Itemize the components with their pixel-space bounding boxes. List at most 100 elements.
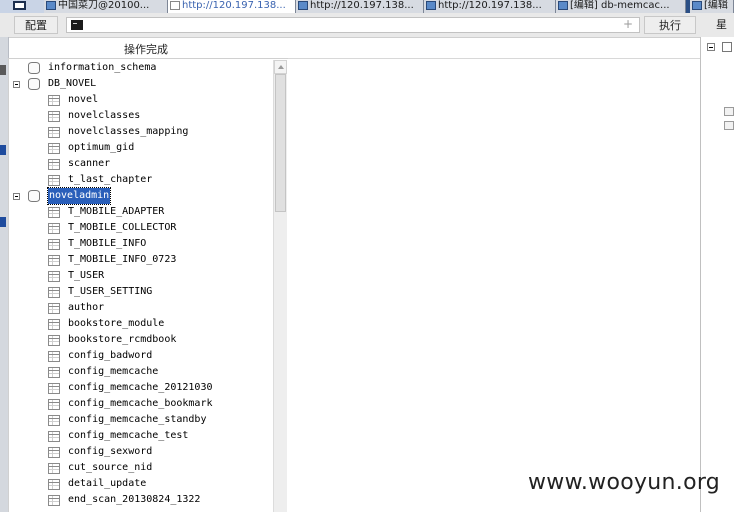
tree-table-row[interactable]: end_scan_20130824_1322 bbox=[9, 492, 273, 508]
table-name[interactable]: cut_source_nid bbox=[68, 460, 152, 476]
tree-table-row[interactable]: config_memcache_20121030 bbox=[9, 380, 273, 396]
tree-table-row[interactable]: novelclasses_mapping bbox=[9, 124, 273, 140]
star-button[interactable]: 星 bbox=[716, 16, 734, 34]
tree-table-row[interactable]: config_memcache_standby bbox=[9, 412, 273, 428]
tree-table-row[interactable]: T_USER bbox=[9, 268, 273, 284]
taskbar-item-editor-1[interactable]: [编辑] db-memcac... bbox=[556, 0, 686, 13]
table-icon bbox=[48, 447, 60, 458]
tree-database-row[interactable]: information_schema bbox=[9, 60, 273, 76]
scroll-up-button[interactable] bbox=[274, 60, 287, 74]
window-icon bbox=[13, 1, 26, 10]
terminal-icon[interactable] bbox=[724, 107, 734, 116]
table-icon bbox=[48, 159, 60, 170]
scroll-thumb[interactable] bbox=[275, 74, 286, 212]
editor-icon bbox=[558, 1, 568, 10]
table-name[interactable]: config_memcache_bookmark bbox=[68, 396, 213, 412]
watermark: www.wooyun.org bbox=[528, 470, 721, 495]
tree-table-row[interactable]: T_MOBILE_ADAPTER bbox=[9, 204, 273, 220]
table-name[interactable]: config_sexword bbox=[68, 444, 152, 460]
tree-table-row[interactable]: T_USER_SETTING bbox=[9, 284, 273, 300]
tree-table-row[interactable]: bookstore_rcmdbook bbox=[9, 332, 273, 348]
database-tree[interactable]: information_schema DB_NOVEL novel novelclas… bbox=[9, 60, 273, 512]
table-name[interactable]: config_memcache bbox=[68, 364, 158, 380]
collapse-icon[interactable] bbox=[13, 193, 20, 200]
tree-table-row[interactable]: config_memcache_bookmark bbox=[9, 396, 273, 412]
table-icon bbox=[48, 223, 60, 234]
status-text: 操作完成 bbox=[124, 43, 168, 56]
table-name[interactable]: config_badword bbox=[68, 348, 152, 364]
command-input[interactable]: + bbox=[66, 17, 640, 33]
edge-mark bbox=[0, 145, 6, 155]
table-name[interactable]: T_USER bbox=[68, 268, 104, 284]
tree-table-row[interactable]: author bbox=[9, 300, 273, 316]
database-name[interactable]: information_schema bbox=[48, 60, 156, 76]
tree-table-row[interactable]: novelclasses bbox=[9, 108, 273, 124]
right-panel bbox=[701, 37, 734, 512]
taskbar-item-active-page[interactable]: http://120.197.138... bbox=[168, 0, 296, 13]
taskbar: 中国菜刀@20100... http://120.197.138... http… bbox=[0, 0, 734, 13]
tree-table-row[interactable]: config_sexword bbox=[9, 444, 273, 460]
browser-icon bbox=[298, 1, 308, 10]
table-icon bbox=[48, 383, 60, 394]
tree-table-row[interactable]: cut_source_nid bbox=[9, 460, 273, 476]
collapse-icon[interactable] bbox=[13, 81, 20, 88]
table-name[interactable]: T_MOBILE_COLLECTOR bbox=[68, 220, 176, 236]
table-name[interactable]: novel bbox=[68, 92, 98, 108]
tree-table-row[interactable]: optimum_gid bbox=[9, 140, 273, 156]
table-name[interactable]: config_memcache_standby bbox=[68, 412, 206, 428]
table-icon bbox=[48, 431, 60, 442]
tree-table-row[interactable]: bookstore_module bbox=[9, 316, 273, 332]
table-name[interactable]: novelclasses bbox=[68, 108, 140, 124]
taskbar-item-browser-1[interactable]: http://120.197.138... bbox=[296, 0, 424, 13]
database-name[interactable]: noveladmin bbox=[46, 187, 112, 205]
table-name[interactable]: config_memcache_20121030 bbox=[68, 380, 213, 396]
database-icon bbox=[28, 62, 40, 74]
table-name[interactable]: config_memcache_test bbox=[68, 428, 188, 444]
tree-table-row[interactable]: config_badword bbox=[9, 348, 273, 364]
tree-database-row[interactable]: DB_NOVEL bbox=[9, 76, 273, 92]
taskbar-item-editor-2[interactable]: [编辑 bbox=[690, 0, 734, 13]
execute-button[interactable]: 执行 bbox=[644, 16, 696, 34]
file-icon[interactable] bbox=[724, 121, 734, 130]
table-name[interactable]: author bbox=[68, 300, 104, 316]
taskbar-start-area[interactable] bbox=[0, 0, 44, 13]
tree-table-row[interactable]: T_MOBILE_COLLECTOR bbox=[9, 220, 273, 236]
result-area[interactable] bbox=[288, 58, 700, 512]
table-name[interactable]: T_USER_SETTING bbox=[68, 284, 152, 300]
table-name[interactable]: detail_update bbox=[68, 476, 146, 492]
tree-table-row[interactable]: config_memcache_test bbox=[9, 428, 273, 444]
tree-table-row[interactable]: t_last_chapter bbox=[9, 172, 273, 188]
collapse-icon[interactable] bbox=[707, 43, 715, 51]
table-name[interactable]: bookstore_module bbox=[68, 316, 164, 332]
table-icon bbox=[48, 415, 60, 426]
database-icon bbox=[28, 78, 40, 90]
table-name[interactable]: scanner bbox=[68, 156, 110, 172]
table-name[interactable]: novelclasses_mapping bbox=[68, 124, 188, 140]
plus-icon[interactable]: + bbox=[623, 17, 633, 31]
tree-table-row[interactable]: config_memcache bbox=[9, 364, 273, 380]
table-name[interactable]: T_MOBILE_INFO_0723 bbox=[68, 252, 176, 268]
taskbar-item-browser-2[interactable]: http://120.197.138... bbox=[424, 0, 556, 13]
tree-scrollbar[interactable] bbox=[273, 60, 287, 512]
table-icon bbox=[48, 111, 60, 122]
table-icon bbox=[48, 95, 60, 106]
editor-icon bbox=[692, 1, 702, 10]
tree-table-row[interactable]: novel bbox=[9, 92, 273, 108]
table-name[interactable]: optimum_gid bbox=[68, 140, 134, 156]
table-name[interactable]: T_MOBILE_INFO bbox=[68, 236, 146, 252]
table-name[interactable]: end_scan_20130824_1322 bbox=[68, 492, 200, 508]
edge-mark bbox=[0, 65, 6, 75]
table-name[interactable]: t_last_chapter bbox=[68, 172, 152, 188]
taskbar-item-caidao[interactable]: 中国菜刀@20100... bbox=[44, 0, 168, 13]
tree-table-row[interactable]: T_MOBILE_INFO bbox=[9, 236, 273, 252]
config-button[interactable]: 配置 bbox=[14, 16, 58, 34]
table-name[interactable]: bookstore_rcmdbook bbox=[68, 332, 176, 348]
tree-table-row[interactable]: scanner bbox=[9, 156, 273, 172]
table-name[interactable]: T_MOBILE_ADAPTER bbox=[68, 204, 164, 220]
tree-database-row[interactable]: noveladmin bbox=[9, 187, 273, 205]
tree-table-row[interactable]: detail_update bbox=[9, 476, 273, 492]
tree-table-row[interactable]: T_MOBILE_INFO_0723 bbox=[9, 252, 273, 268]
database-name[interactable]: DB_NOVEL bbox=[48, 76, 96, 92]
table-icon bbox=[48, 287, 60, 298]
table-icon bbox=[48, 399, 60, 410]
